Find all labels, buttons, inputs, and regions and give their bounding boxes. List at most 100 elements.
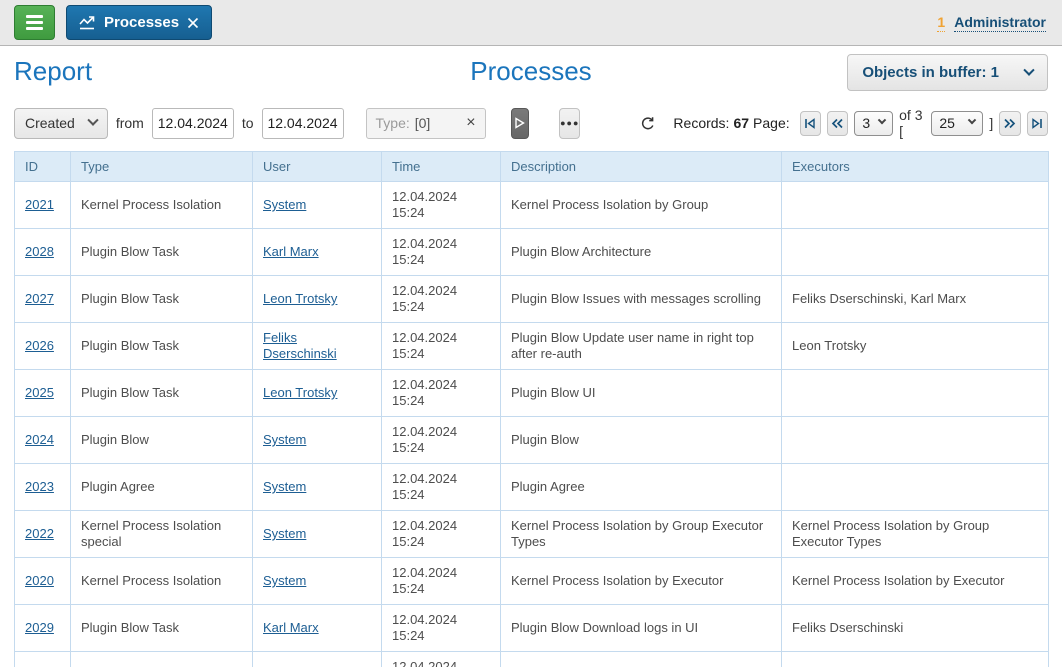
column-header-id[interactable]: ID: [15, 152, 71, 182]
date-value: 12.04.2024: [392, 236, 490, 252]
user-link[interactable]: System: [263, 479, 306, 494]
process-id-link[interactable]: 2024: [25, 432, 54, 447]
bracket-close-text: ]: [989, 115, 993, 131]
page-size-select[interactable]: 25: [931, 111, 983, 136]
user-link[interactable]: System: [263, 573, 306, 588]
tab-processes[interactable]: Processes: [66, 5, 212, 40]
time-value: 15:24: [392, 299, 490, 315]
user-link[interactable]: Karl Marx: [263, 244, 319, 259]
cell-time: 12.04.202415:24: [382, 511, 501, 558]
process-id-link[interactable]: 2029: [25, 620, 54, 635]
column-header-executors[interactable]: Executors: [782, 152, 1049, 182]
table-row: 2020Kernel Process IsolationSystem12.04.…: [15, 558, 1049, 605]
process-id-link[interactable]: 2023: [25, 479, 54, 494]
table-body: 2021 Kernel Process Isolation System 12.04.…: [15, 182, 1049, 667]
cell-description: Plugin Agree: [501, 464, 782, 511]
cell-executors: [782, 229, 1049, 276]
cell-type: Kernel Process Isolation special: [71, 511, 253, 558]
close-icon[interactable]: [187, 17, 199, 29]
page-of-text: of 3 [: [899, 107, 925, 139]
process-id-link[interactable]: 2020: [25, 573, 54, 588]
prev-page-button[interactable]: [827, 111, 848, 136]
user-link[interactable]: Feliks Dserschinski: [263, 330, 337, 361]
page-label: Page:: [753, 115, 790, 131]
time-value: 15:24: [392, 252, 490, 268]
process-id-link[interactable]: 2025: [25, 385, 54, 400]
cell-description: Kernel Process Isolation by Executor: [501, 558, 782, 605]
process-id-link[interactable]: 2027: [25, 291, 54, 306]
cell-user: Karl Marx: [253, 652, 382, 667]
table-header: ID Type User Time Description Executors: [15, 152, 1049, 182]
user-link[interactable]: Leon Trotsky: [263, 385, 337, 400]
cell-description: Plugin Blow Issues with messages scrolli…: [501, 276, 782, 323]
cell-type: Kernel Process Isolation: [71, 182, 253, 229]
buffer-count-badge[interactable]: 1: [937, 14, 945, 32]
column-header-type[interactable]: Type: [71, 152, 253, 182]
cell-user: Karl Marx: [253, 605, 382, 652]
time-value: 15:24: [392, 628, 490, 644]
user-link[interactable]: System: [263, 432, 306, 447]
user-link[interactable]: Karl Marx: [263, 620, 319, 635]
date-from-input[interactable]: [152, 108, 234, 139]
cell-id: 2021: [15, 182, 71, 229]
column-header-user[interactable]: User: [253, 152, 382, 182]
run-report-button[interactable]: [511, 108, 529, 139]
time-value: 15:24: [392, 534, 490, 550]
cell-executors: [782, 370, 1049, 417]
cell-type: Plugin Blow Task: [71, 605, 253, 652]
process-id-link[interactable]: 2026: [25, 338, 54, 353]
cell-time: 12.04.202415:24: [382, 558, 501, 605]
cell-time: 12.04.202415:24: [382, 276, 501, 323]
page-number-select[interactable]: 3: [854, 111, 893, 136]
date-to-input[interactable]: [262, 108, 344, 139]
line-chart-icon: [79, 16, 96, 30]
user-link[interactable]: System: [263, 526, 306, 541]
cell-type: Plugin Blow Task: [71, 370, 253, 417]
user-menu-link[interactable]: Administrator: [954, 14, 1046, 32]
next-page-icon: [1003, 118, 1016, 129]
cell-id: 2026: [15, 323, 71, 370]
tab-label: Processes: [104, 14, 179, 31]
type-filter-label: Type:: [376, 115, 410, 131]
cell-executors: Leon Trotsky: [782, 652, 1049, 667]
more-options-button[interactable]: ●●●: [559, 108, 580, 139]
objects-in-buffer-button[interactable]: Objects in buffer: 1: [847, 54, 1048, 91]
processes-table: ID Type User Time Description Executors …: [14, 151, 1049, 667]
refresh-icon: [640, 116, 655, 131]
process-id-link[interactable]: 2028: [25, 244, 54, 259]
cell-user: System: [253, 511, 382, 558]
user-link[interactable]: System: [263, 197, 306, 212]
process-id-link[interactable]: 2021: [25, 197, 54, 212]
date-field-select[interactable]: Created: [14, 108, 108, 139]
main-menu-button[interactable]: [14, 5, 55, 40]
cell-time: 12.04.202415:24: [382, 605, 501, 652]
refresh-button[interactable]: [640, 116, 655, 131]
filter-toolbar: Created from to Type: [0] × ●●● Records:…: [0, 102, 1062, 144]
table-row: 2021Kernel Process IsolationSystem12.04.…: [15, 182, 1049, 229]
top-bar: Processes 1 Administrator: [0, 0, 1062, 46]
cell-executors: Kernel Process Isolation by Group Execut…: [782, 511, 1049, 558]
first-page-button[interactable]: [800, 111, 821, 136]
process-id-link[interactable]: 2022: [25, 526, 54, 541]
type-filter-field[interactable]: Type: [0] ×: [366, 108, 486, 139]
time-value: 15:24: [392, 440, 490, 456]
user-link[interactable]: Leon Trotsky: [263, 291, 337, 306]
next-page-button[interactable]: [999, 111, 1020, 136]
column-header-time[interactable]: Time: [382, 152, 501, 182]
table-row: 2027Plugin Blow TaskLeon Trotsky12.04.20…: [15, 276, 1049, 323]
table-row: 2024Plugin BlowSystem12.04.202415:24Plug…: [15, 417, 1049, 464]
pagination: 3 of 3 [ 25 ]: [800, 107, 1048, 139]
table-row: 2028Plugin Blow TaskKarl Marx12.04.20241…: [15, 229, 1049, 276]
type-filter-value: [0]: [415, 115, 462, 131]
cell-id: 2027: [15, 276, 71, 323]
last-page-button[interactable]: [1027, 111, 1048, 136]
cell-description: Plugin Blow UI: [501, 370, 782, 417]
date-value: 12.04.2024: [392, 283, 490, 299]
time-value: 15:24: [392, 581, 490, 597]
table-row: 2029 Plugin Blow Task Karl Marx 12.04.20241…: [15, 605, 1049, 652]
cell-type: Plugin Blow: [71, 417, 253, 464]
time-value: 15:24: [392, 393, 490, 409]
column-header-description[interactable]: Description: [501, 152, 782, 182]
clear-filter-icon[interactable]: ×: [466, 114, 475, 132]
chevron-down-icon: [1023, 64, 1034, 75]
